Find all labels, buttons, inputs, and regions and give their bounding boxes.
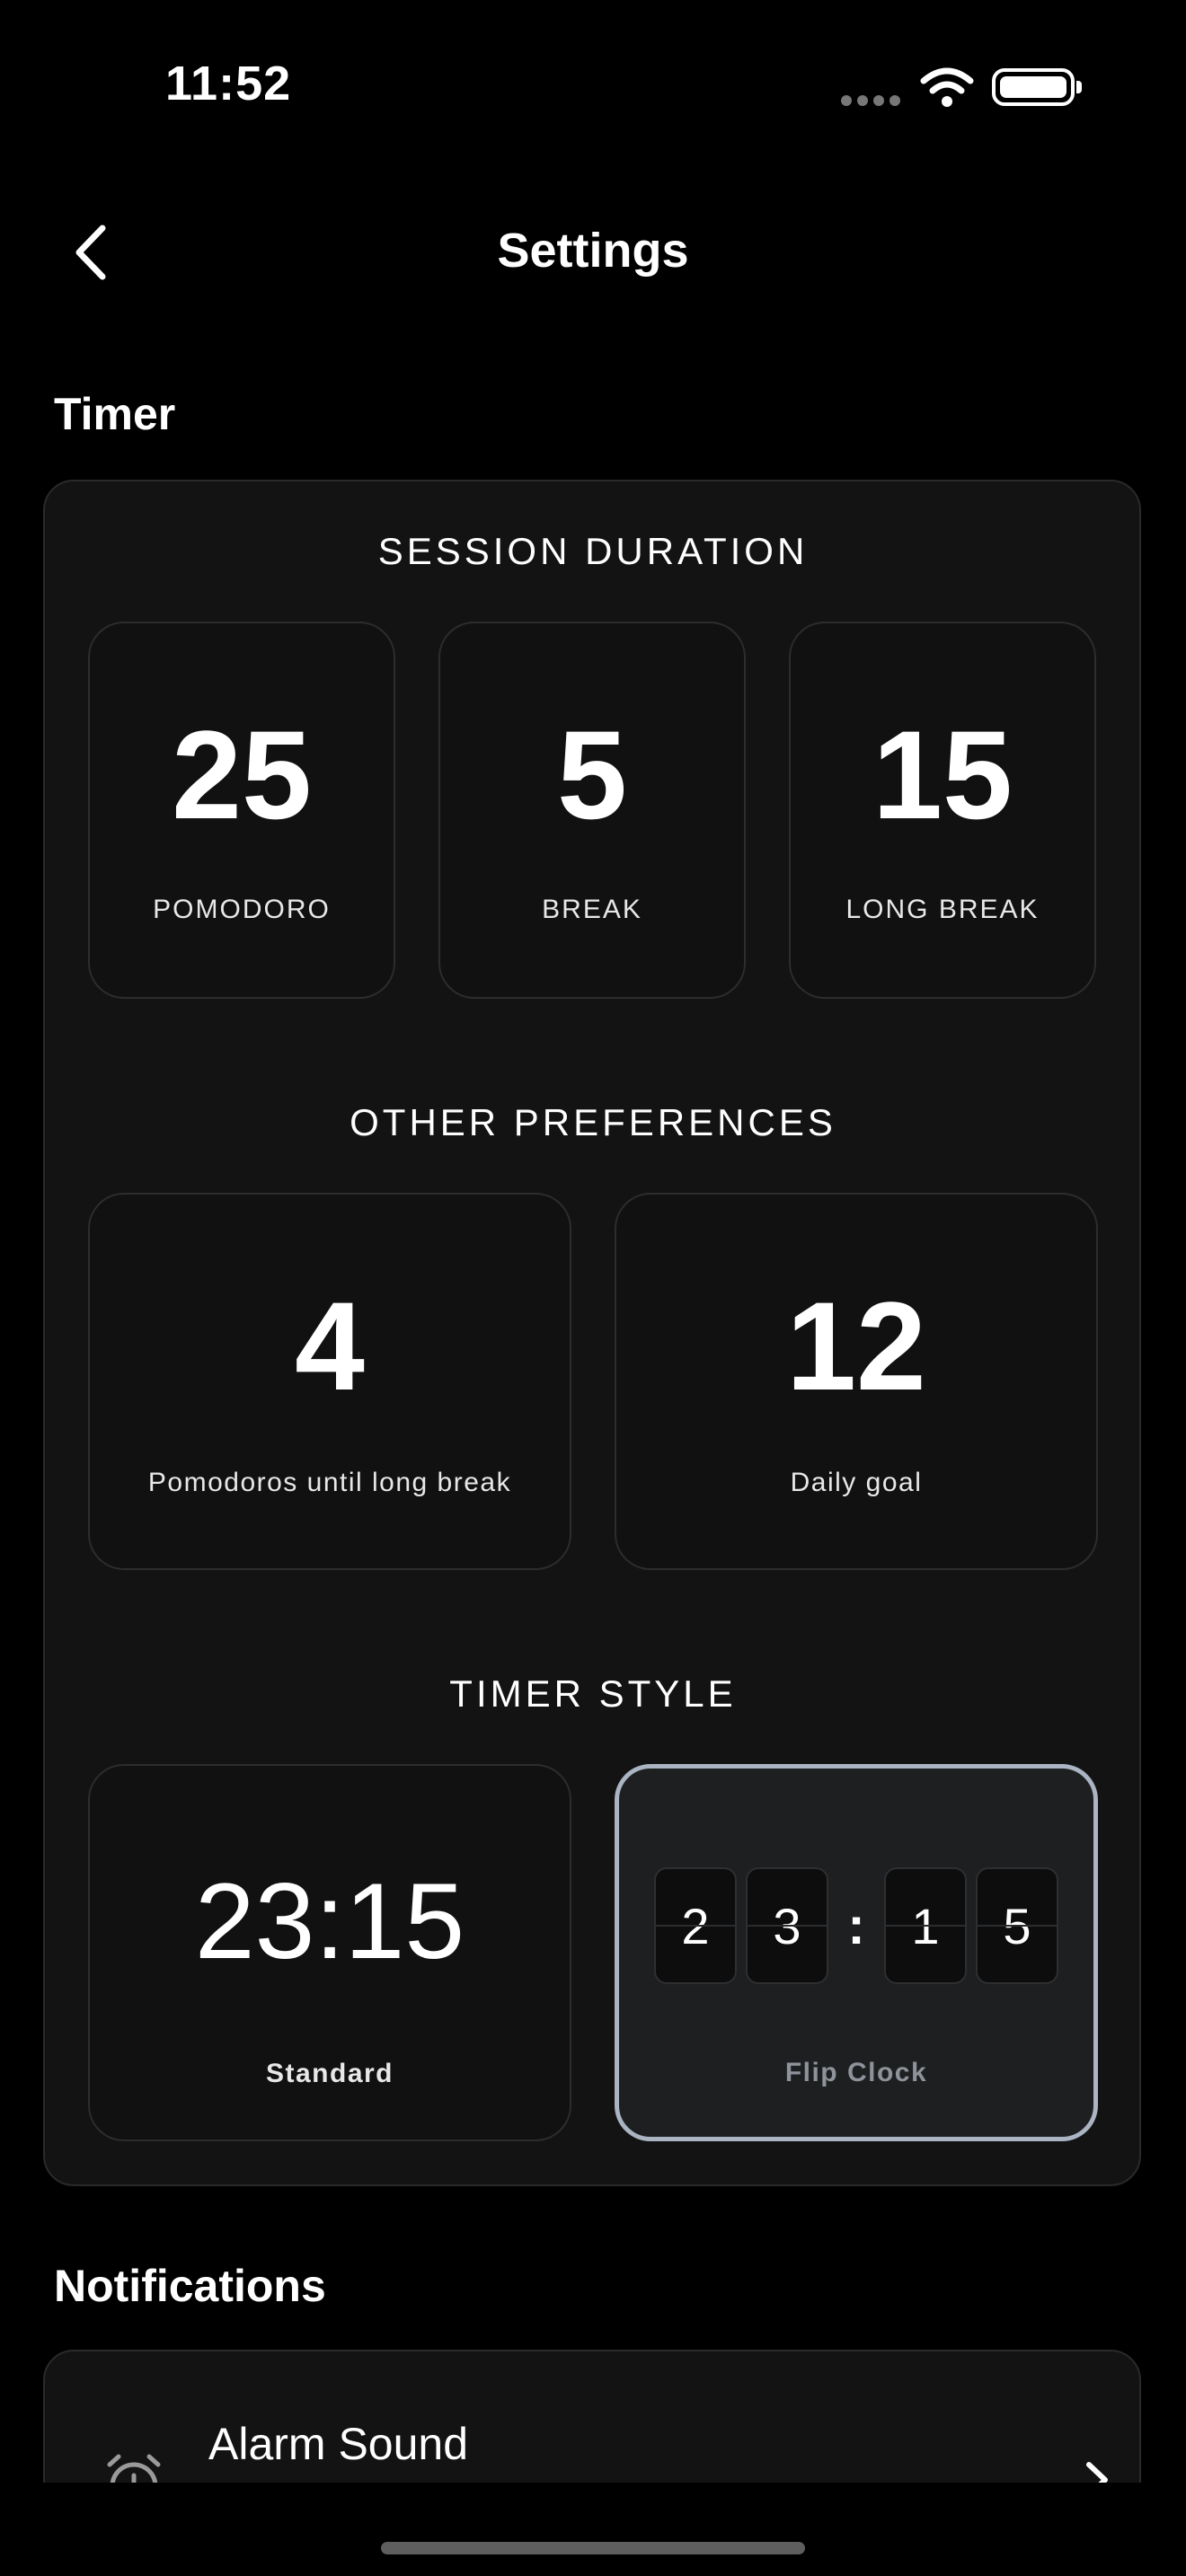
- flip-clock-label: Flip Clock: [784, 2058, 928, 2087]
- flip-digit: 3: [746, 1867, 828, 1984]
- alarm-sound-label: Alarm Sound: [208, 2419, 469, 2469]
- flip-clock-timer-style-option[interactable]: 2 3 : 1 5 Flip Clock: [615, 1764, 1098, 2141]
- flip-digit: 1: [884, 1867, 967, 1984]
- pomodoro-duration-value: 25: [172, 704, 312, 845]
- pomodoros-until-long-break-tile[interactable]: 4 Pomodoros until long break: [88, 1193, 571, 1570]
- daily-goal-label: Daily goal: [790, 1468, 923, 1497]
- pomodoros-until-long-break-label: Pomodoros until long break: [147, 1468, 512, 1497]
- wifi-icon: [920, 67, 974, 107]
- daily-goal-value: 12: [786, 1275, 926, 1416]
- break-duration-value: 5: [557, 704, 627, 845]
- flip-digit: 2: [654, 1867, 737, 1984]
- flip-clock-preview: 2 3 : 1 5: [619, 1867, 1093, 1984]
- settings-screen: 11:52 Settings Timer SESSION DURATION 25…: [0, 0, 1186, 2576]
- session-duration-title: SESSION DURATION: [377, 530, 809, 572]
- timer-section-heading: Timer: [54, 389, 176, 439]
- cellular-signal-icon: [841, 95, 900, 106]
- timer-style-title: TIMER STYLE: [449, 1672, 737, 1715]
- pomodoros-until-long-break-value: 4: [295, 1275, 365, 1416]
- pomodoro-duration-label: POMODORO: [153, 895, 331, 924]
- standard-timer-label: Standard: [265, 2059, 394, 2088]
- flip-digit: 5: [976, 1867, 1058, 1984]
- long-break-duration-value: 15: [872, 704, 1013, 845]
- daily-goal-tile[interactable]: 12 Daily goal: [615, 1193, 1098, 1570]
- break-duration-label: BREAK: [542, 895, 642, 924]
- other-preferences-title: OTHER PREFERENCES: [350, 1101, 836, 1143]
- bottom-safe-area: [0, 2483, 1186, 2576]
- home-indicator[interactable]: [381, 2542, 805, 2554]
- pomodoro-duration-tile[interactable]: 25 POMODORO: [88, 622, 395, 999]
- standard-timer-preview: 23:15: [194, 1861, 465, 1981]
- long-break-duration-label: LONG BREAK: [845, 895, 1040, 924]
- break-duration-tile[interactable]: 5 BREAK: [438, 622, 746, 999]
- notifications-section-heading: Notifications: [54, 2261, 326, 2311]
- page-title: Settings: [497, 224, 689, 278]
- battery-icon: [992, 68, 1082, 106]
- flip-separator: :: [847, 1896, 865, 1955]
- standard-timer-style-option[interactable]: 23:15 Standard: [88, 1764, 571, 2141]
- long-break-duration-tile[interactable]: 15 LONG BREAK: [789, 622, 1096, 999]
- status-time: 11:52: [165, 57, 292, 110]
